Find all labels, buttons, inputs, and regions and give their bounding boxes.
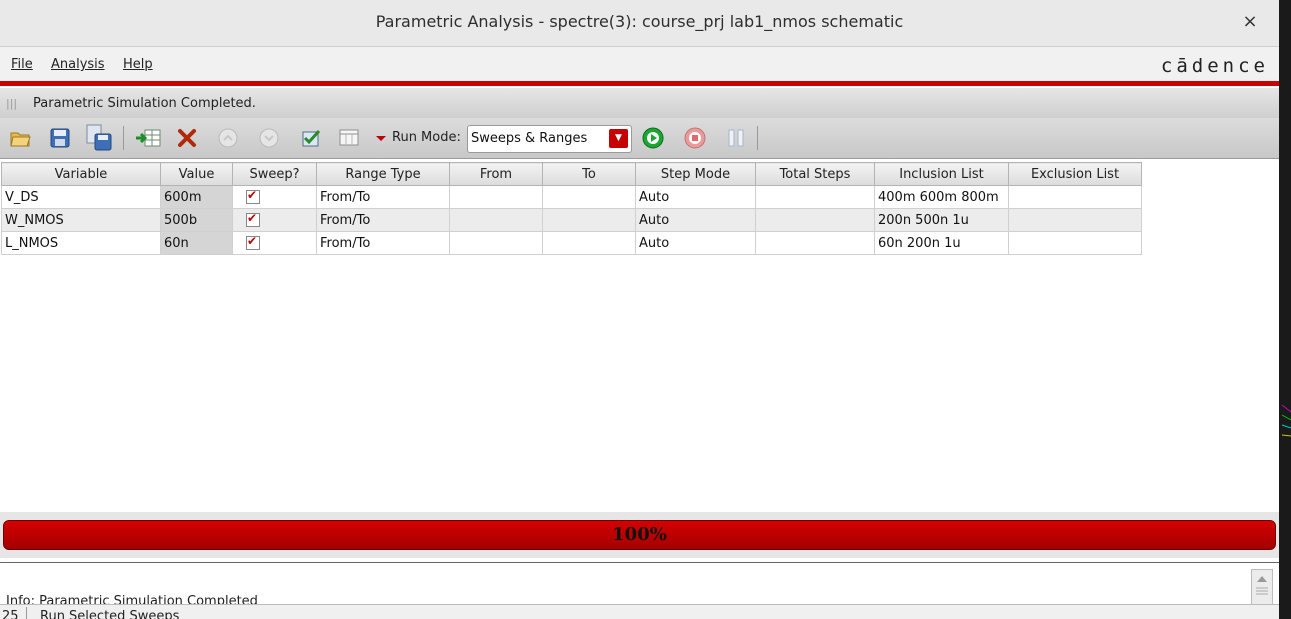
from-cell[interactable] <box>449 185 543 209</box>
col-header-step-mode[interactable]: Step Mode <box>635 162 756 186</box>
table-row[interactable]: L_NMOS 60n From/To Auto 60n 200n 1u <box>1 231 1142 255</box>
parametric-analysis-window: Parametric Analysis - spectre(3): course… <box>0 0 1279 619</box>
sweep-checkbox[interactable] <box>246 234 260 250</box>
toolbar: Run Mode: Sweeps & Ranges ▼ <box>0 118 1279 159</box>
table-view-icon[interactable] <box>338 127 360 149</box>
col-header-total-steps[interactable]: Total Steps <box>755 162 875 186</box>
col-header-inclusion-list[interactable]: Inclusion List <box>874 162 1009 186</box>
delete-icon[interactable] <box>176 127 198 149</box>
to-cell[interactable] <box>542 231 636 255</box>
variable-cell[interactable]: W_NMOS <box>1 208 161 232</box>
command-bar: 25 Run Selected Sweeps <box>0 604 1279 619</box>
value-cell[interactable]: 60n <box>160 231 233 255</box>
col-header-to[interactable]: To <box>542 162 636 186</box>
inclusion-list-cell[interactable]: 60n 200n 1u <box>874 231 1009 255</box>
table-row[interactable]: V_DS 600m From/To Auto 400m 600m 800m <box>1 185 1142 209</box>
menu-help-label: Help <box>123 57 153 72</box>
col-header-variable[interactable]: Variable <box>1 162 161 186</box>
range-type-cell[interactable]: From/To <box>316 208 450 232</box>
total-steps-cell[interactable] <box>755 185 875 209</box>
col-header-exclusion-list[interactable]: Exclusion List <box>1008 162 1142 186</box>
add-variable-icon[interactable] <box>134 127 162 149</box>
range-type-cell[interactable]: From/To <box>316 231 450 255</box>
step-mode-cell[interactable]: Auto <box>635 231 756 255</box>
exclusion-list-cell[interactable] <box>1008 185 1142 209</box>
sweep-checkbox[interactable] <box>246 188 260 204</box>
variable-cell[interactable]: V_DS <box>1 185 161 209</box>
inclusion-list-cell[interactable]: 200n 500n 1u <box>874 208 1009 232</box>
inclusion-list-cell[interactable]: 400m 600m 800m <box>874 185 1009 209</box>
run-mode-value: Sweeps & Ranges <box>471 131 588 146</box>
toolbar-separator <box>123 126 124 150</box>
from-cell[interactable] <box>449 208 543 232</box>
save-as-icon[interactable] <box>84 123 114 153</box>
step-mode-cell[interactable]: Auto <box>635 208 756 232</box>
background-window-edge <box>1279 0 1291 619</box>
save-icon[interactable] <box>49 127 71 149</box>
menu-file[interactable]: File <box>11 57 33 72</box>
menu-help[interactable]: Help <box>123 57 153 72</box>
exclusion-list-cell[interactable] <box>1008 208 1142 232</box>
brand-divider <box>0 81 1279 86</box>
cadence-logo: cādence <box>1160 55 1269 77</box>
sweep-cell[interactable] <box>232 185 317 209</box>
stop-icon[interactable] <box>684 127 706 149</box>
open-folder-icon[interactable] <box>9 127 31 149</box>
to-cell[interactable] <box>542 185 636 209</box>
check-icon[interactable] <box>300 127 322 149</box>
window-title: Parametric Analysis - spectre(3): course… <box>375 12 904 31</box>
menu-analysis-label: Analysis <box>51 57 105 72</box>
grip-handle-icon[interactable]: ||| <box>6 97 17 110</box>
move-up-icon[interactable] <box>217 127 239 149</box>
range-type-cell[interactable]: From/To <box>316 185 450 209</box>
progress-bar: 100% <box>3 520 1276 550</box>
chevron-down-icon[interactable]: ▼ <box>609 129 628 148</box>
line-number: 25 <box>2 609 19 619</box>
table-row[interactable]: W_NMOS 500b From/To Auto 200n 500n 1u <box>1 208 1142 232</box>
move-down-icon[interactable] <box>258 127 280 149</box>
scroll-up-icon[interactable] <box>1251 569 1273 605</box>
col-header-range-type[interactable]: Range Type <box>316 162 450 186</box>
status-strip: ||| Parametric Simulation Completed. <box>0 88 1279 118</box>
menu-analysis[interactable]: Analysis <box>51 57 105 72</box>
value-cell[interactable]: 600m <box>160 185 233 209</box>
title-bar[interactable]: Parametric Analysis - spectre(3): course… <box>0 0 1279 47</box>
col-header-from[interactable]: From <box>449 162 543 186</box>
close-icon[interactable]: × <box>1239 11 1261 33</box>
progress-label: 100% <box>612 524 667 545</box>
total-steps-cell[interactable] <box>755 231 875 255</box>
command-text: Run Selected Sweeps <box>40 609 180 619</box>
run-mode-select[interactable]: Sweeps & Ranges ▼ <box>467 125 632 153</box>
dropdown-arrow-icon[interactable] <box>374 127 388 149</box>
exclusion-list-cell[interactable] <box>1008 231 1142 255</box>
col-header-value[interactable]: Value <box>160 162 233 186</box>
sweep-cell[interactable] <box>232 231 317 255</box>
variable-cell[interactable]: L_NMOS <box>1 231 161 255</box>
value-cell[interactable]: 500b <box>160 208 233 232</box>
menu-file-label: File <box>11 57 33 72</box>
menu-bar: File Analysis Help cādence <box>0 47 1279 81</box>
progress-area: 100% <box>0 512 1279 558</box>
toolbar-separator <box>757 126 758 150</box>
parameter-table: Variable Value Sweep? Range Type From To… <box>1 162 1142 255</box>
total-steps-cell[interactable] <box>755 208 875 232</box>
parameter-table-area: Variable Value Sweep? Range Type From To… <box>0 161 1279 507</box>
sweep-checkbox[interactable] <box>246 211 260 227</box>
status-message: Parametric Simulation Completed. <box>33 96 256 111</box>
log-panel[interactable]: Info: Parametric Simulation Completed <box>0 562 1279 605</box>
run-mode-label: Run Mode: <box>392 130 461 145</box>
table-header-row: Variable Value Sweep? Range Type From To… <box>1 162 1142 186</box>
pause-icon[interactable] <box>725 127 747 149</box>
run-icon[interactable] <box>642 127 664 149</box>
step-mode-cell[interactable]: Auto <box>635 185 756 209</box>
command-separator <box>26 607 27 619</box>
to-cell[interactable] <box>542 208 636 232</box>
col-header-sweep[interactable]: Sweep? <box>232 162 317 186</box>
from-cell[interactable] <box>449 231 543 255</box>
sweep-cell[interactable] <box>232 208 317 232</box>
